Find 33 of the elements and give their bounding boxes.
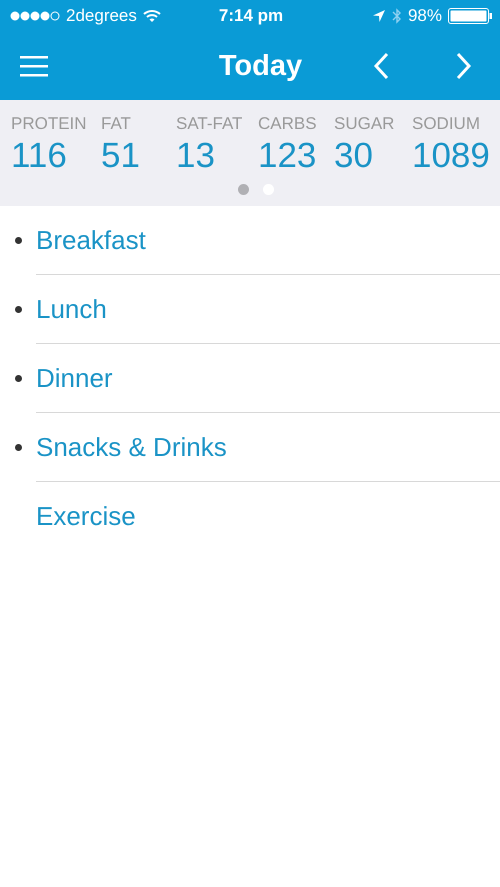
next-day-button[interactable] (456, 52, 472, 80)
location-arrow-icon (372, 9, 386, 23)
nutrient-label: FAT (101, 114, 131, 134)
page-indicator-dot[interactable] (238, 184, 248, 195)
screen-title: Today (218, 50, 304, 82)
menu-button[interactable] (20, 55, 48, 77)
chevron-right-icon (456, 52, 472, 80)
nutrient-value: 1089 (412, 135, 490, 177)
menu-icon (20, 55, 48, 77)
nutrient-label: PROTEIN (11, 114, 87, 134)
meal-link[interactable]: Dinner (36, 344, 500, 413)
nutrient-value: 116 (11, 135, 67, 177)
nutrient-value: 51 (101, 135, 140, 177)
signal-icon (10, 11, 60, 21)
meal-link[interactable]: Exercise (36, 482, 500, 551)
wifi-icon (142, 9, 161, 23)
nutrient-value: 123 (258, 135, 316, 177)
status-time: 7:14 pm (218, 6, 284, 26)
nutrient-label: CARBS (258, 114, 317, 134)
nutrient-label: SODIUM (412, 114, 480, 134)
previous-day-button[interactable] (373, 52, 389, 80)
battery-percent: 98% (408, 6, 442, 26)
nutrient-label: SAT-FAT (176, 114, 242, 134)
nutrient-value: 13 (176, 135, 215, 177)
meal-link[interactable]: Snacks & Drinks (36, 413, 500, 482)
carrier-name: 2degrees (66, 6, 137, 26)
bluetooth-icon (392, 7, 402, 25)
nutrient-label: SUGAR (334, 114, 394, 134)
battery-icon (448, 8, 492, 24)
chevron-left-icon (373, 52, 389, 80)
meal-link[interactable]: Lunch (36, 275, 500, 344)
meal-link[interactable]: Breakfast (36, 206, 500, 275)
nutrient-value: 30 (334, 135, 373, 177)
